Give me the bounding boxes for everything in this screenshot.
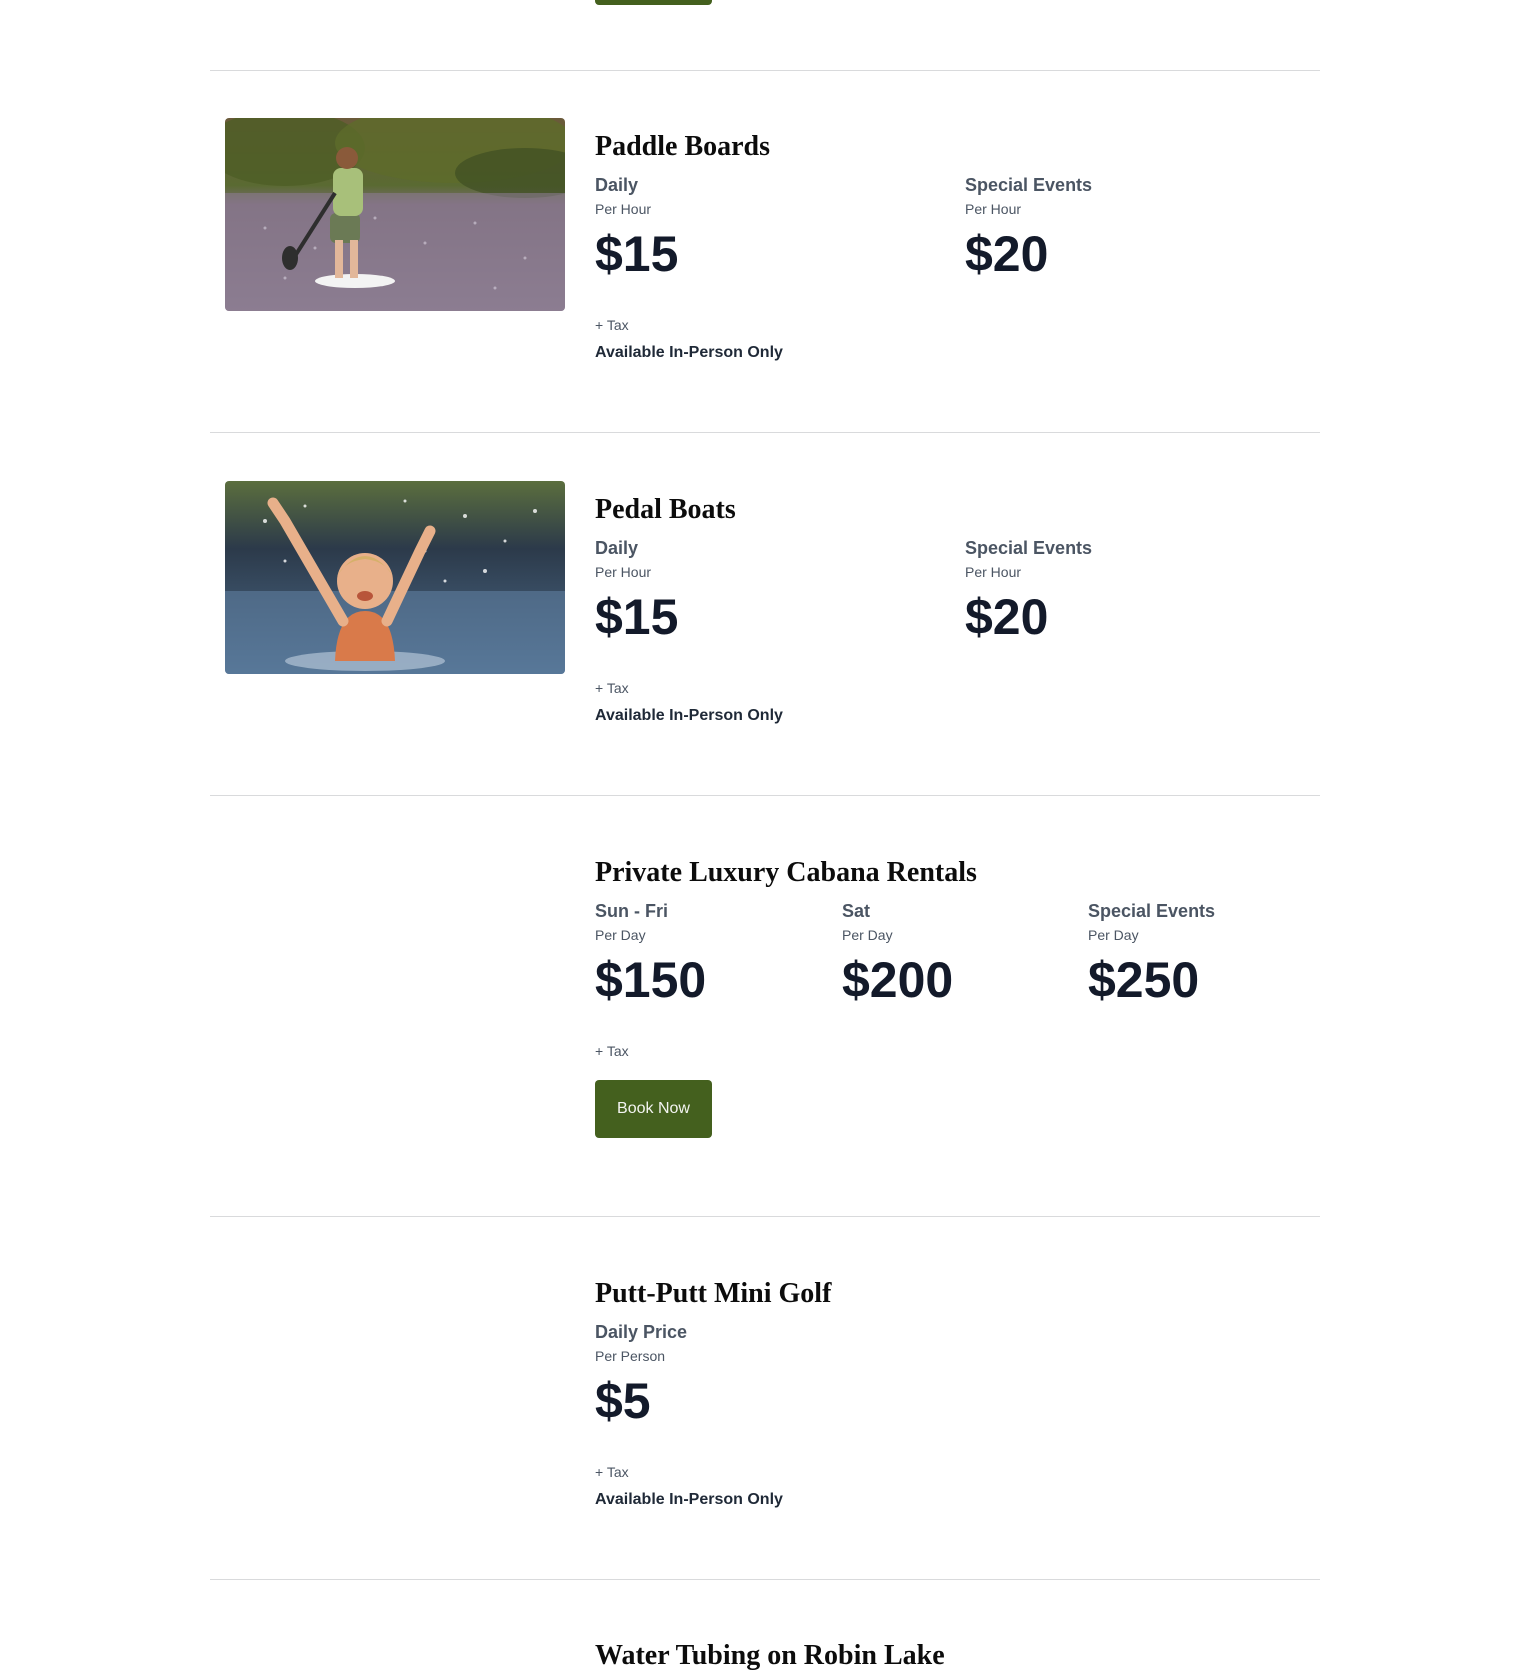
pedal-boat-photo: [225, 481, 565, 674]
offering-title: Putt-Putt Mini Golf: [595, 1278, 832, 1309]
offering-title: Paddle Boards: [595, 131, 771, 162]
tax-note: + Tax: [595, 680, 629, 696]
price-tier-sat: Sat Per Day $200: [842, 900, 953, 1010]
section-divider: [210, 795, 1320, 796]
offering-details: Paddle Boards Daily Per Hour $15 Special…: [595, 130, 1320, 363]
section-divider: [210, 70, 1320, 71]
price-tier-special-events: Special Events Per Hour $20: [965, 537, 1092, 647]
price-tiers: Sun - Fri Per Day $150 Sat Per Day $200 …: [595, 900, 1320, 1042]
tier-label: Daily: [595, 175, 639, 195]
tier-unit: Per Day: [842, 927, 893, 943]
tier-unit: Per Hour: [595, 564, 652, 580]
offering-title-water-tubing: Water Tubing on Robin Lake: [595, 1640, 945, 1671]
availability-note: Available In-Person Only: [595, 344, 783, 361]
price-tiers: Daily Price Per Person $5: [595, 1321, 1320, 1463]
tier-label: Sun - Fri: [595, 901, 668, 921]
price-tier-special-events: Special Events Per Day $250: [1088, 900, 1215, 1010]
price-tier-sun-fri: Sun - Fri Per Day $150: [595, 900, 706, 1010]
section-divider: [210, 1216, 1320, 1217]
tier-price: $200: [842, 952, 954, 1008]
availability-note: Available In-Person Only: [595, 1491, 783, 1508]
tier-unit: Per Person: [595, 1348, 666, 1364]
price-tier-daily: Daily Per Hour $15: [595, 537, 678, 647]
tier-price: $5: [595, 1373, 651, 1429]
paddle-board-image: [225, 118, 565, 311]
tax-note: + Tax: [595, 1464, 629, 1480]
price-tier-daily: Daily Per Hour $15: [595, 174, 678, 284]
offering-title: Private Luxury Cabana Rentals: [595, 857, 977, 888]
availability-note: Available In-Person Only: [595, 707, 783, 724]
paddle-board-photo: [225, 118, 565, 311]
tier-price: $15: [595, 226, 679, 282]
price-tier-special-events: Special Events Per Hour $20: [965, 174, 1092, 284]
tier-label: Special Events: [965, 175, 1093, 195]
tier-price: $250: [1088, 952, 1200, 1008]
tier-label: Special Events: [965, 538, 1093, 558]
tax-note: + Tax: [595, 1043, 629, 1059]
offering-details: Private Luxury Cabana Rentals Sun - Fri …: [595, 856, 1320, 1138]
book-now-button[interactable]: Book Now: [595, 1080, 712, 1138]
tier-label: Daily Price: [595, 1322, 688, 1342]
tier-label: Daily: [595, 538, 639, 558]
book-now-button-previous[interactable]: [595, 0, 712, 5]
section-divider: [210, 1579, 1320, 1580]
tier-price: $15: [595, 589, 679, 645]
tier-price: $20: [965, 589, 1049, 645]
tier-price: $20: [965, 226, 1049, 282]
tier-price: $150: [595, 952, 707, 1008]
offering-details: Pedal Boats Daily Per Hour $15 Special E…: [595, 493, 1320, 726]
tier-label: Special Events: [1088, 901, 1216, 921]
tier-unit: Per Hour: [965, 564, 1022, 580]
tier-unit: Per Day: [595, 927, 646, 943]
section-divider: [210, 432, 1320, 433]
tier-unit: Per Hour: [965, 201, 1022, 217]
tier-unit: Per Hour: [595, 201, 652, 217]
tier-label: Sat: [842, 901, 871, 921]
offering-title: Pedal Boats: [595, 494, 736, 525]
offering-details: Putt-Putt Mini Golf Daily Price Per Pers…: [595, 1277, 1320, 1510]
pedal-boat-image: [225, 481, 565, 674]
price-tiers: Daily Per Hour $15 Special Events Per Ho…: [595, 174, 1320, 316]
tier-unit: Per Day: [1088, 927, 1139, 943]
price-tiers: Daily Per Hour $15 Special Events Per Ho…: [595, 537, 1320, 679]
tax-note: + Tax: [595, 317, 629, 333]
price-tier-daily-price: Daily Price Per Person $5: [595, 1321, 687, 1431]
